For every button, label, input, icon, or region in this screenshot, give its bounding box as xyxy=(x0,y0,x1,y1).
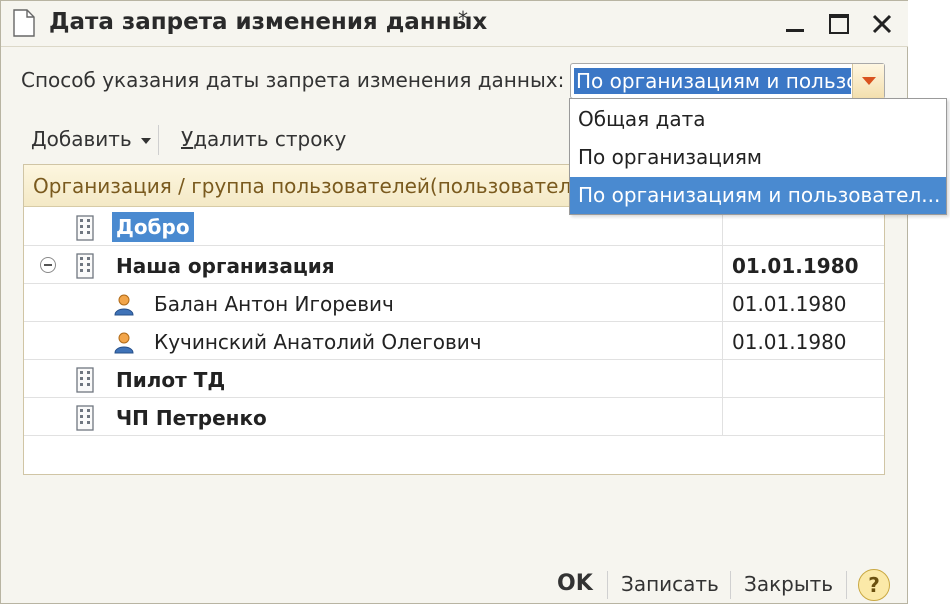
table-row[interactable]: Балан Антон Игоревич 01.01.1980 xyxy=(24,284,884,322)
table-row[interactable]: ЧП Петренко xyxy=(24,398,884,436)
window-title: Дата запрета изменения данных xyxy=(49,9,488,35)
delete-row-button[interactable]: Удалить строку xyxy=(181,127,346,151)
close-dialog-button[interactable]: Закрыть xyxy=(744,572,833,596)
mode-combobox[interactable]: По организациям и пользо xyxy=(570,63,885,99)
background-strip xyxy=(908,0,950,604)
cell-separator xyxy=(722,322,723,360)
table-row[interactable]: Наша организация 01.01.1980 xyxy=(24,246,884,284)
row-name: Наша организация xyxy=(116,254,335,278)
row-date[interactable]: 01.01.1980 xyxy=(732,330,847,354)
toolbar: Добавить Удалить строку xyxy=(21,121,561,157)
cell-separator xyxy=(722,284,723,322)
column-header-organization[interactable]: Организация / группа пользователей(польз… xyxy=(33,174,591,198)
dropdown-button[interactable] xyxy=(852,64,884,98)
user-icon xyxy=(112,330,136,354)
user-icon xyxy=(112,292,136,316)
row-name: Балан Антон Игоревич xyxy=(154,292,394,316)
save-button[interactable]: Записать xyxy=(621,572,719,596)
minimize-button[interactable] xyxy=(778,7,812,41)
building-icon xyxy=(74,405,96,431)
close-button[interactable] xyxy=(865,7,899,41)
row-name: ЧП Петренко xyxy=(116,406,267,430)
ok-button[interactable]: OK xyxy=(557,571,593,596)
modified-mark: * xyxy=(458,7,468,31)
dropdown-option[interactable]: По организациям xyxy=(570,139,946,176)
table-row[interactable]: Кучинский Анатолий Олегович 01.01.1980 xyxy=(24,322,884,360)
cell-separator xyxy=(722,398,723,436)
mode-selected-value[interactable]: По организациям и пользо xyxy=(574,68,851,94)
footer-separator xyxy=(730,571,731,599)
mode-dropdown-list[interactable]: Общая дата По организациям По организаци… xyxy=(569,98,947,215)
add-dropdown-arrow-icon[interactable] xyxy=(141,138,151,144)
document-icon xyxy=(13,9,35,37)
building-icon xyxy=(74,253,96,279)
help-icon[interactable]: ? xyxy=(858,569,890,601)
dropdown-option[interactable]: Общая дата xyxy=(570,101,946,138)
maximize-button[interactable] xyxy=(822,7,856,41)
row-date[interactable]: 01.01.1980 xyxy=(732,292,847,316)
title-bar: Дата запрета изменения данных * xyxy=(1,1,909,47)
dropdown-option-selected[interactable]: По организациям и пользовател... xyxy=(570,177,946,214)
cell-separator xyxy=(722,360,723,398)
footer-separator xyxy=(846,571,847,599)
table-row[interactable]: Пилот ТД xyxy=(24,360,884,398)
row-name: Пилот ТД xyxy=(116,368,226,392)
row-name: Кучинский Анатолий Олегович xyxy=(154,330,482,354)
add-button[interactable]: Добавить xyxy=(31,127,132,151)
chevron-down-icon xyxy=(862,77,876,85)
cell-separator xyxy=(722,246,723,284)
maximize-icon xyxy=(829,14,849,34)
row-name: Добро xyxy=(112,212,194,242)
row-date[interactable]: 01.01.1980 xyxy=(732,254,859,278)
mode-label: Способ указания даты запрета изменения д… xyxy=(21,68,565,92)
minimize-icon xyxy=(786,29,804,32)
close-icon xyxy=(872,14,892,34)
dialog-window: Дата запрета изменения данных * Способ у… xyxy=(0,0,909,604)
toolbar-separator xyxy=(158,125,159,155)
footer-separator xyxy=(607,571,608,599)
building-icon xyxy=(74,215,96,241)
dialog-footer: OK Записать Закрыть ? xyxy=(1,561,909,604)
building-icon xyxy=(74,367,96,393)
collapse-icon[interactable] xyxy=(40,257,56,273)
